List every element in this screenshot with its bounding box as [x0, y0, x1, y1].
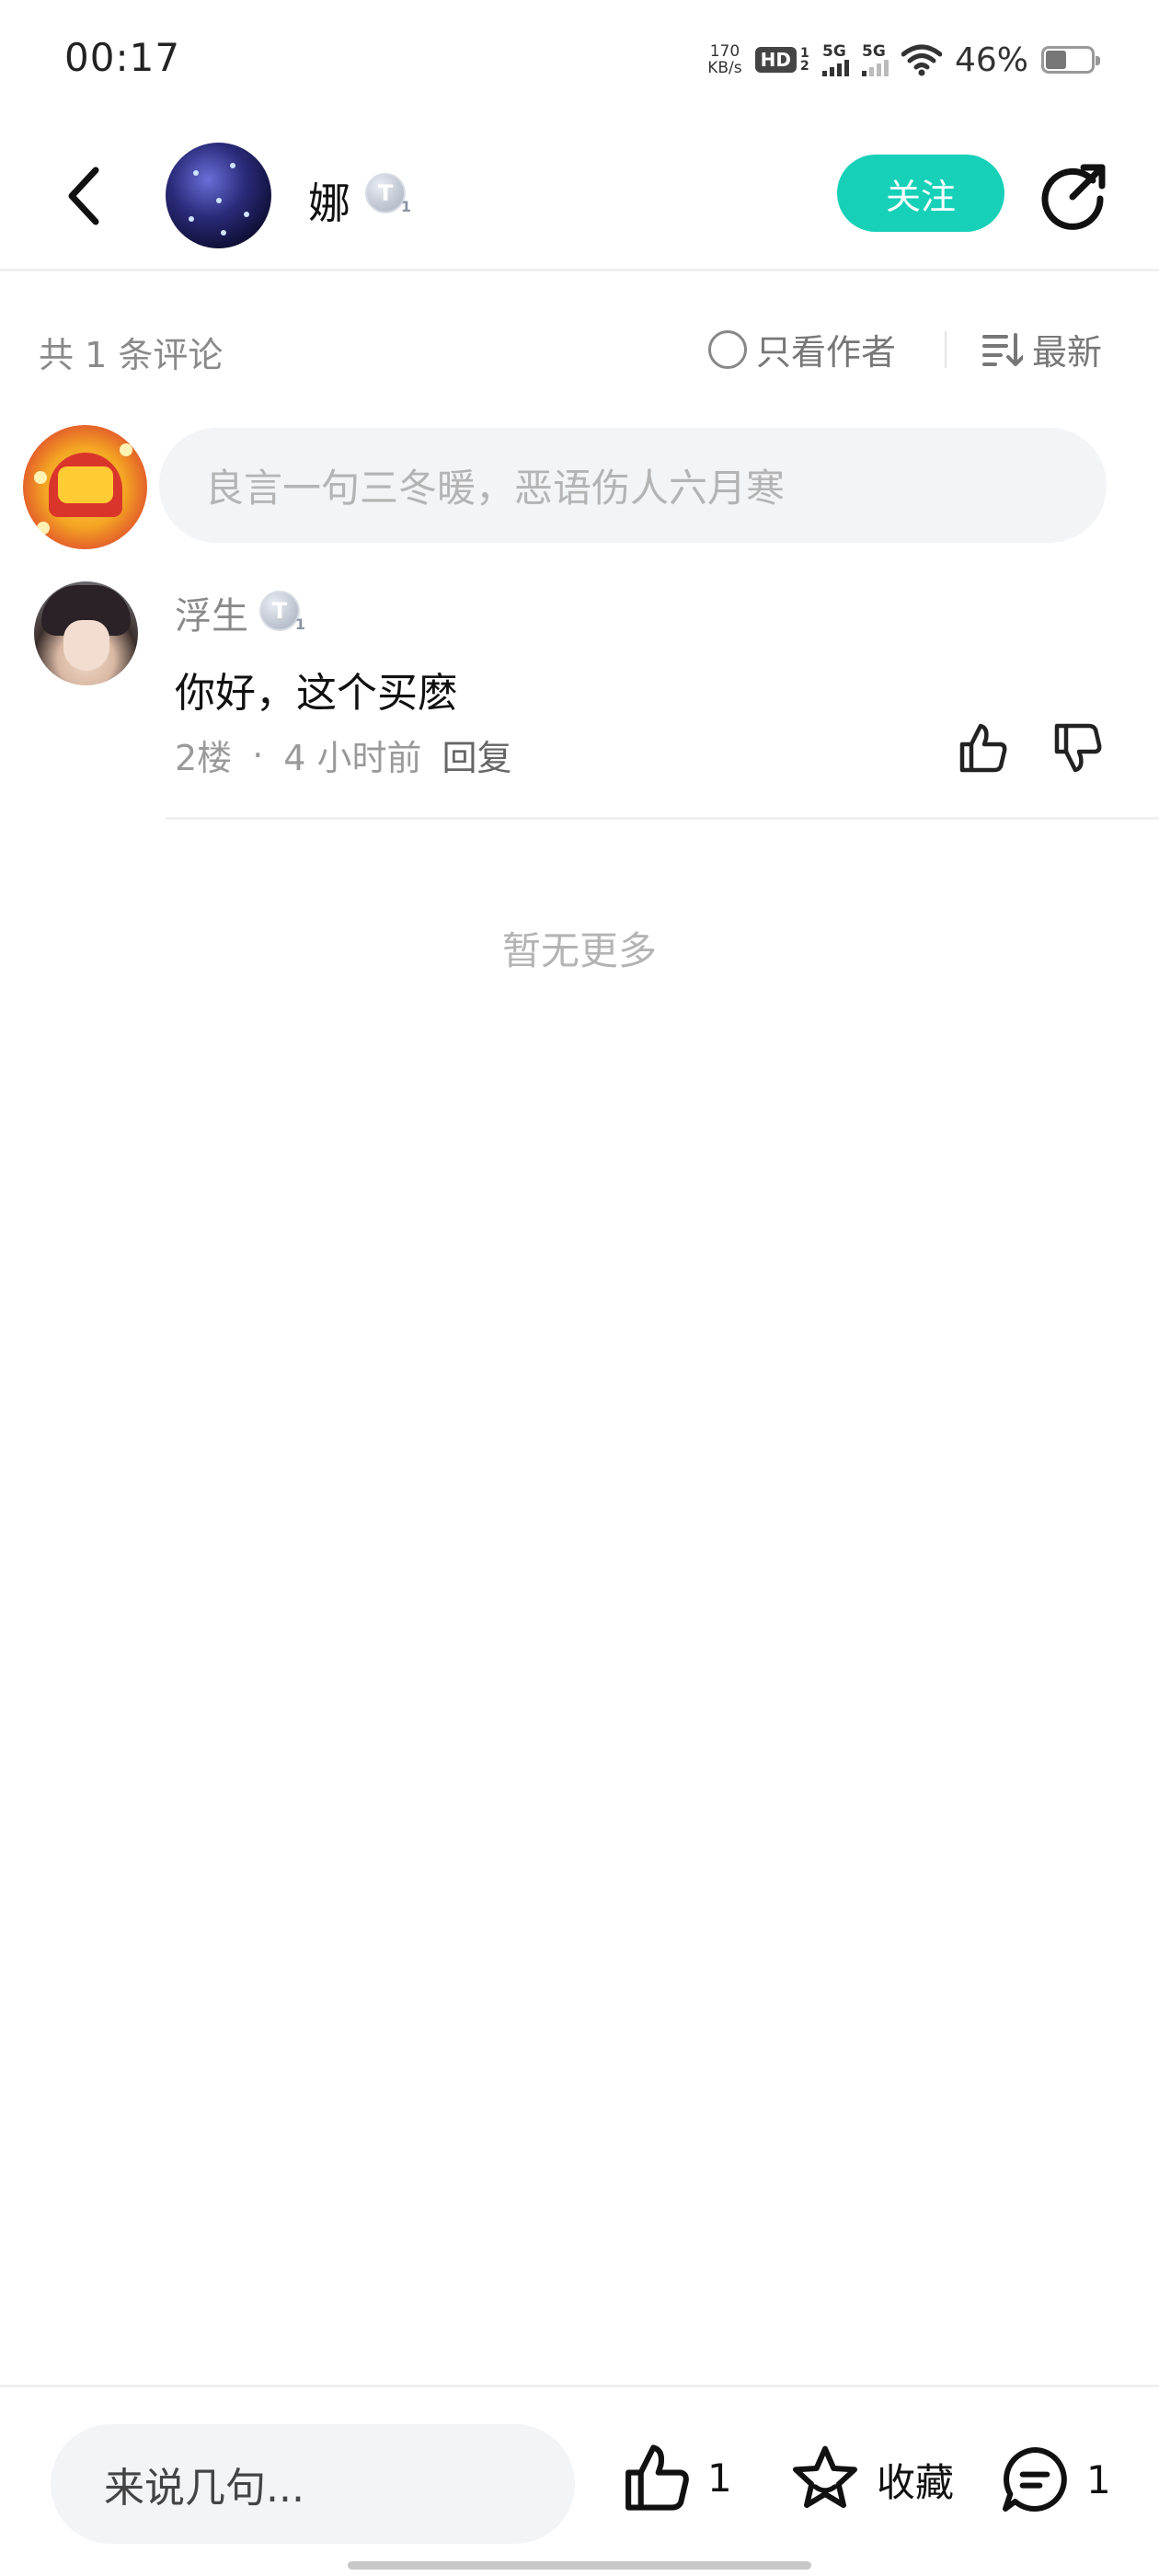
follow-button[interactable]: 关注	[837, 155, 1004, 232]
author-level-number: 1	[400, 198, 411, 215]
comment-bubble-icon	[1003, 2447, 1067, 2512]
comment-like-button[interactable]	[952, 718, 1013, 778]
reply-button[interactable]: 回复	[442, 730, 512, 780]
share-icon	[1041, 164, 1106, 230]
favorite-label: 收藏	[877, 2459, 955, 2505]
commenter-level-badge: T 1	[259, 591, 305, 633]
comments-page: 00:17 170 KB/s HD 1 2 5G 5G 46% 娜 T 1 关注…	[0, 0, 1159, 2576]
commenter-avatar[interactable]	[34, 581, 138, 685]
comment-count: 共 1 条评论	[39, 335, 224, 375]
filter-divider	[945, 331, 947, 368]
bottom-action-bar: 来说几句... 1 收藏 1	[0, 2385, 1159, 2576]
comment-meta-dot: ·	[252, 734, 264, 776]
comment-time: 4 小时前	[283, 738, 422, 778]
status-bar: 00:17 170 KB/s HD 1 2 5G 5G 46%	[0, 0, 1159, 120]
author-avatar[interactable]	[166, 143, 271, 248]
home-indicator[interactable]	[348, 2561, 811, 2570]
sort-label: 最新	[1032, 332, 1103, 373]
radio-circle-icon	[708, 329, 747, 369]
hd-voice-icon: HD 1 2	[754, 46, 809, 74]
post-header: 娜 T 1 关注	[0, 120, 1159, 271]
post-like-button[interactable]: 1	[621, 2443, 732, 2513]
post-comment-button[interactable]: 1	[998, 2443, 1111, 2516]
only-author-toggle[interactable]: 只看作者	[708, 324, 896, 374]
sort-latest-button[interactable]: 最新	[982, 324, 1102, 374]
comment-dislike-button[interactable]	[1047, 718, 1107, 778]
signal-2-label: 5G	[861, 42, 886, 61]
thumbs-up-icon	[625, 2444, 689, 2511]
only-author-label: 只看作者	[756, 332, 897, 373]
comment-text: 你好，这个买麽	[175, 670, 458, 717]
network-speed: 170 KB/s	[707, 43, 741, 76]
status-icons: 170 KB/s HD 1 2 5G 5G 46%	[707, 37, 1100, 83]
post-like-count: 1	[707, 2455, 732, 2501]
my-avatar[interactable]	[23, 425, 147, 549]
signal-2-icon: 5G	[861, 42, 889, 76]
thumbs-down-icon	[1054, 723, 1102, 773]
bottom-comment-input[interactable]: 来说几句...	[51, 2424, 575, 2544]
commenter-level-letter: T	[271, 598, 288, 624]
comment-item: 浮生 T 1 你好，这个买麽 2楼 · 4 小时前 回复	[0, 575, 1159, 823]
back-button[interactable]	[55, 161, 110, 230]
author-level-letter: T	[377, 180, 394, 206]
battery-level	[1046, 51, 1066, 69]
star-icon	[793, 2445, 857, 2508]
status-time: 00:17	[64, 35, 181, 80]
no-more-text: 暂无更多	[501, 928, 657, 973]
comment-floor: 2楼	[175, 738, 233, 778]
comment-divider	[166, 817, 1159, 820]
battery-percent: 46%	[954, 40, 1028, 79]
author-name[interactable]: 娜	[308, 170, 350, 231]
comment-filter-bar: 共 1 条评论 只看作者 最新	[0, 313, 1159, 386]
commenter-level-number: 1	[294, 615, 305, 633]
network-speed-unit: KB/s	[707, 59, 742, 77]
post-comment-count: 1	[1086, 2456, 1111, 2502]
hd-sim-label: 1 2	[799, 46, 809, 74]
back-arrow-icon	[68, 167, 99, 224]
wifi-icon	[901, 43, 942, 76]
signal-1-icon: 5G	[821, 42, 849, 76]
comment-compose-input[interactable]: 良言一句三冬暖，恶语伤人六月寒	[159, 428, 1107, 543]
sort-icon	[982, 332, 1023, 366]
share-button[interactable]	[1038, 158, 1111, 232]
author-level-badge: T 1	[365, 173, 411, 215]
hd-label: HD	[754, 47, 797, 73]
comment-meta: 2楼 · 4 小时前 回复	[175, 730, 512, 780]
favorite-button[interactable]: 收藏	[788, 2443, 954, 2516]
commenter-name[interactable]: 浮生	[175, 586, 248, 639]
signal-1-label: 5G	[821, 42, 846, 61]
network-speed-value: 170	[709, 42, 740, 61]
thumbs-up-icon	[959, 723, 1007, 773]
battery-icon	[1041, 46, 1100, 74]
